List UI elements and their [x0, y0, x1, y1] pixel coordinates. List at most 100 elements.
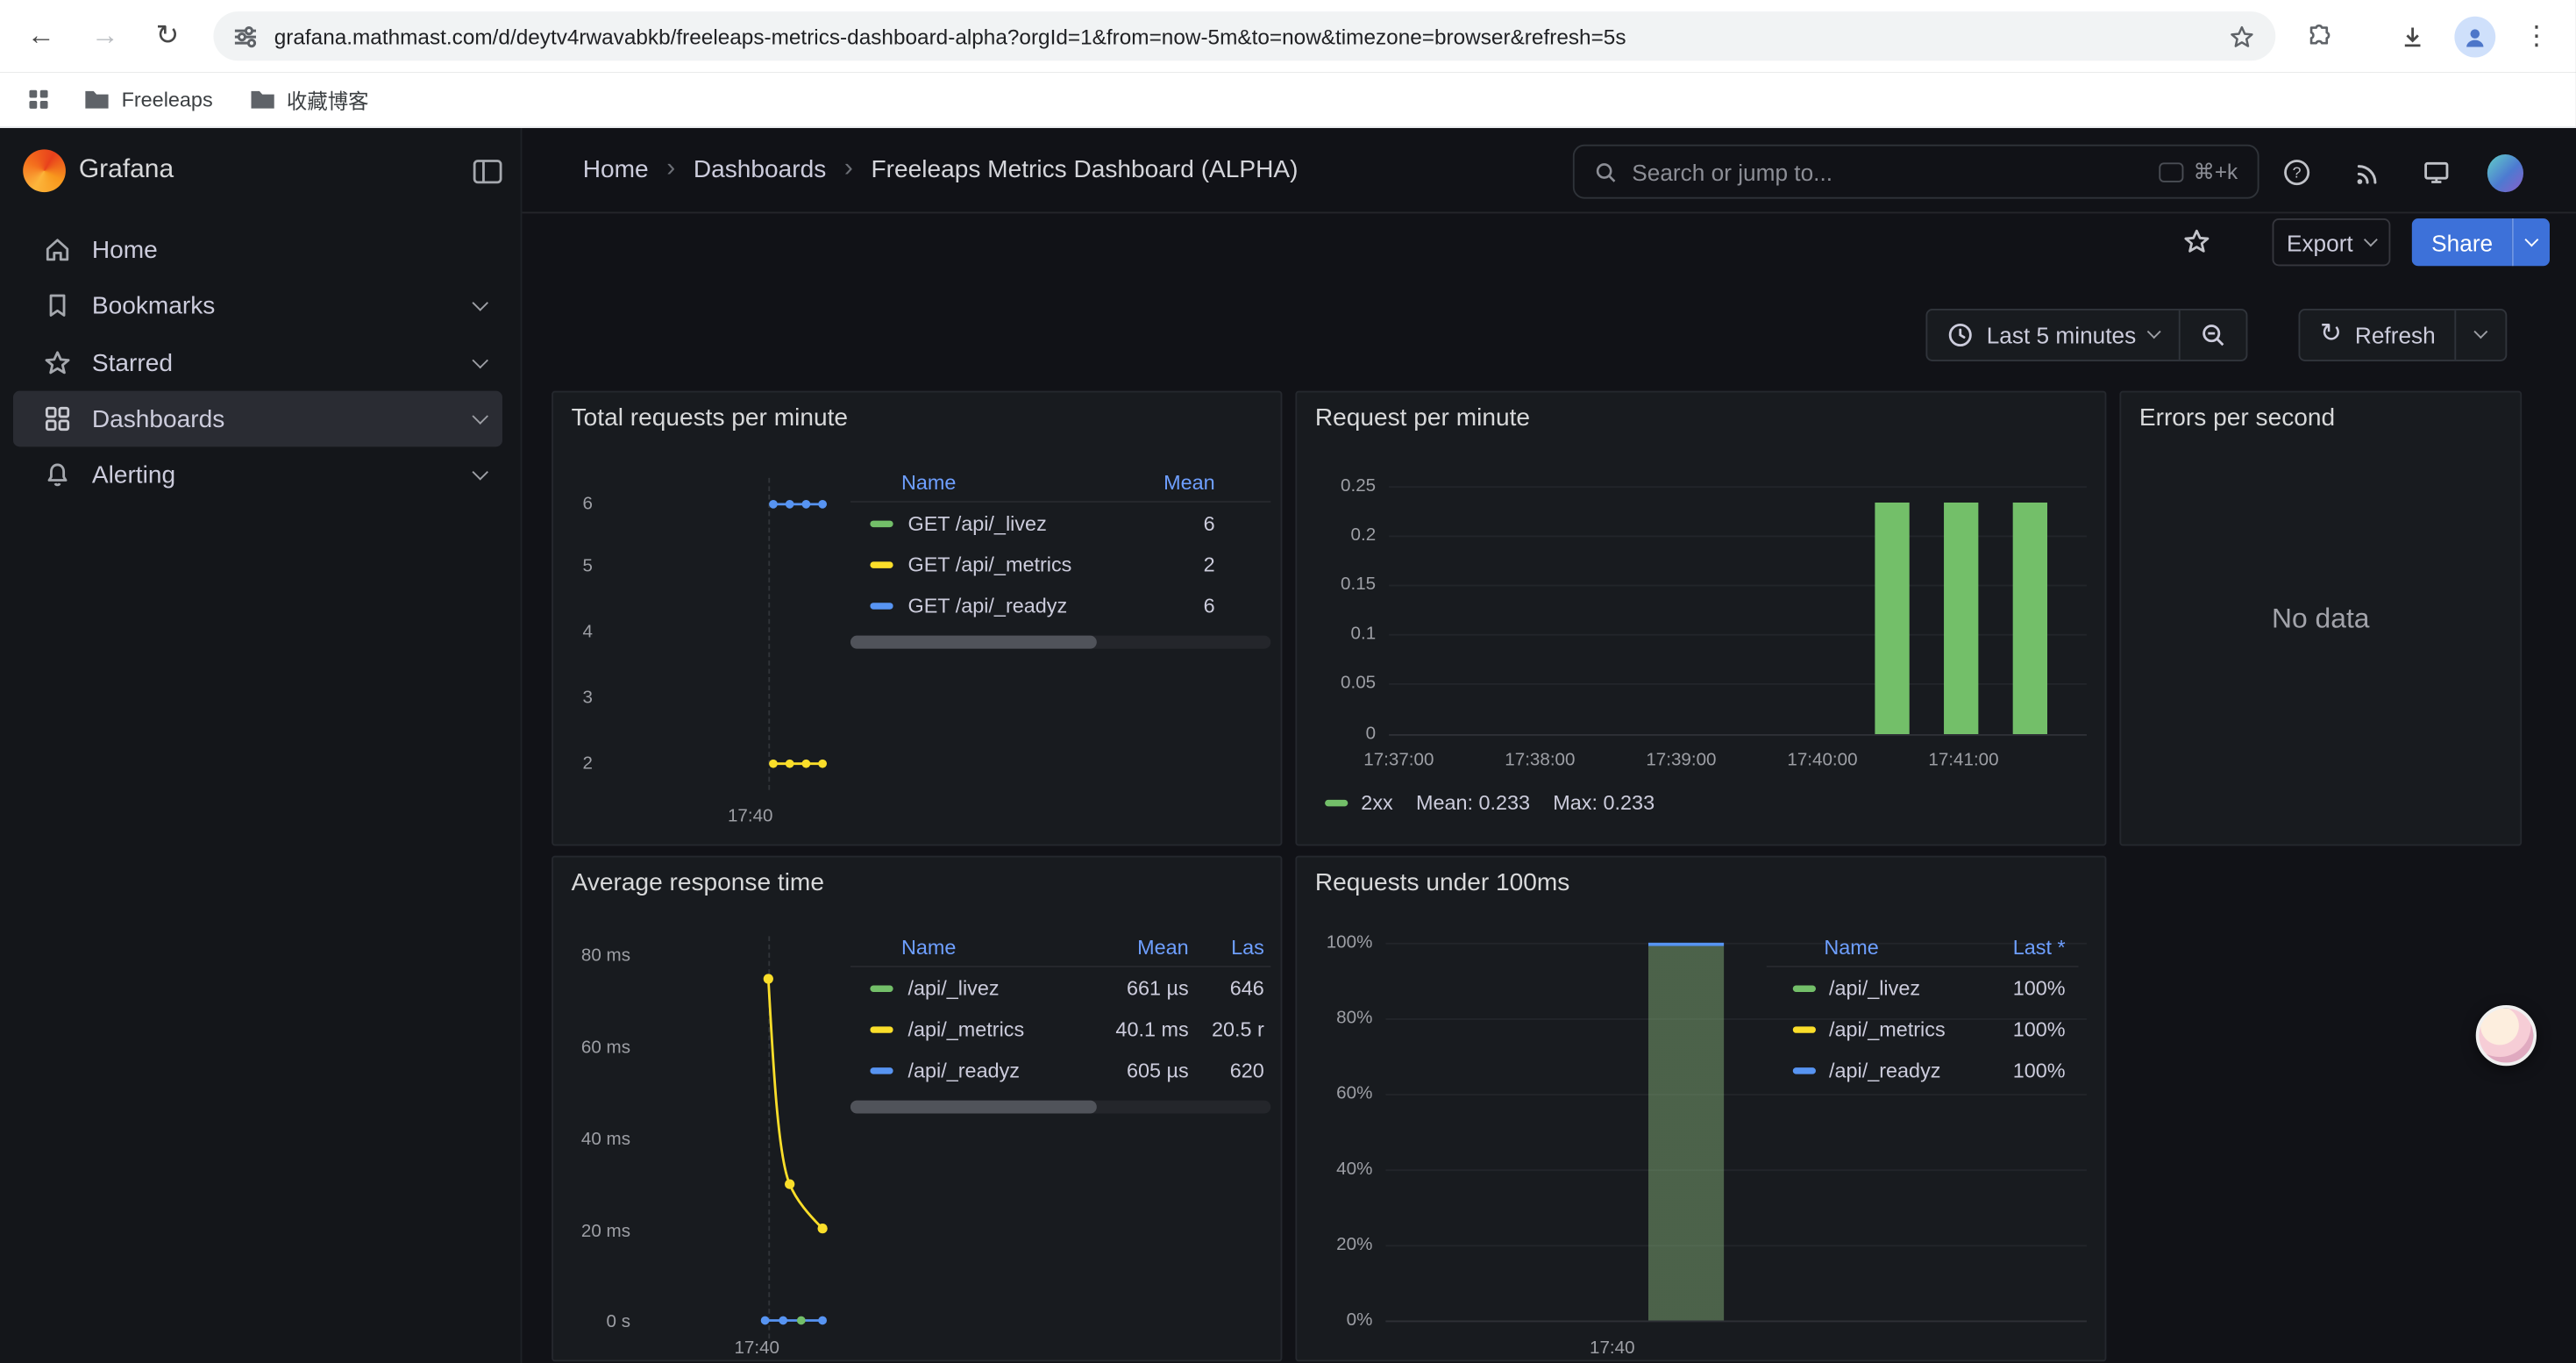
x-tick: 17:40:00 — [1776, 751, 1868, 772]
grafana-logo[interactable] — [23, 149, 66, 192]
bookmarks-bar: Freeleaps 收藏博客 — [0, 72, 2576, 128]
favorite-star-icon[interactable] — [2182, 226, 2212, 264]
y-tick: 0.2 — [1310, 525, 1376, 546]
series-color-livez — [1793, 985, 1816, 991]
apps-grid-icon[interactable] — [26, 87, 51, 111]
legend-col-mean[interactable]: Mean — [1074, 935, 1189, 958]
site-info-icon[interactable] — [233, 24, 258, 48]
panel-title[interactable]: Total requests per minute — [572, 404, 848, 432]
chevron-down-icon[interactable] — [472, 352, 488, 368]
sidebar-item-dashboards[interactable]: Dashboards — [13, 391, 502, 447]
url-bar[interactable]: grafana.mathmast.com/d/deytv4rwavabkb/fr… — [213, 11, 2275, 61]
legend-row: /api/_metrics 40.1 ms 20.5 r — [850, 1009, 1270, 1050]
legend-table: Name Mean Las /api/_livez 661 µs 646 /ap… — [850, 928, 1270, 1090]
x-tick: 17:37:00 — [1353, 751, 1445, 772]
sidebar-item-alerting[interactable]: Alerting — [13, 446, 502, 503]
series-mean: 2 — [1123, 553, 1215, 575]
series-max: Max: 0.233 — [1553, 792, 1654, 815]
bookmark-freeleaps[interactable]: Freeleaps — [74, 82, 223, 118]
series-last: 20.5 r — [1189, 1017, 1271, 1040]
export-button[interactable]: Export — [2273, 218, 2391, 266]
search-shortcut: ⌘+k — [2159, 159, 2238, 185]
series-name[interactable]: GET /api/_readyz — [907, 594, 1067, 617]
bookmark-label: 收藏博客 — [287, 83, 369, 115]
sidebar-item-label: Starred — [92, 349, 173, 377]
series-last: 620 — [1189, 1059, 1271, 1081]
legend-table: Name Mean GET /api/_livez 6 GET /api/_me… — [850, 463, 1270, 625]
series-name[interactable]: /api/_readyz — [907, 1059, 1020, 1081]
news-rss-icon[interactable] — [2348, 154, 2384, 190]
search-input[interactable] — [1632, 159, 2144, 185]
panel-request-per-minute: Request per minute 0.25 0.2 0.15 0.1 0.0… — [1295, 391, 2106, 846]
series-name[interactable]: /api/_livez — [1829, 976, 1920, 999]
legend-col-name[interactable]: Name — [850, 935, 956, 958]
help-icon[interactable]: ? — [2279, 154, 2315, 190]
url-text[interactable]: grafana.mathmast.com/d/deytv4rwavabkb/fr… — [274, 24, 2212, 48]
share-button-label[interactable]: Share — [2412, 218, 2513, 266]
breadcrumb-separator: › — [666, 154, 675, 184]
sidebar-item-starred[interactable]: Starred — [13, 335, 502, 391]
sidebar: Grafana Home Bookmarks Starred Dashboard… — [0, 128, 522, 1363]
legend-col-last[interactable]: Las — [1189, 935, 1271, 958]
series-name[interactable]: /api/_livez — [907, 976, 999, 999]
panel-total-requests: Total requests per minute 6 5 4 3 2 17:4… — [551, 391, 1282, 846]
legend-scrollbar-thumb[interactable] — [850, 1101, 1097, 1114]
legend-col-last[interactable]: Last * — [2013, 935, 2079, 958]
x-tick: 17:40 — [724, 1338, 790, 1359]
bookmark-blog[interactable]: 收藏博客 — [239, 77, 379, 122]
timeseries-chart — [619, 936, 849, 1338]
extensions-puzzle-icon[interactable] — [2297, 15, 2340, 58]
y-tick: 4 — [560, 623, 593, 644]
chevron-down-icon — [2364, 232, 2378, 246]
legend-col-mean[interactable]: Mean — [1123, 470, 1215, 493]
breadcrumb-home[interactable]: Home — [583, 155, 649, 183]
refresh-button[interactable]: ↻ Refresh — [2300, 310, 2455, 360]
sidebar-item-label: Home — [92, 236, 158, 264]
series-mean: Mean: 0.233 — [1416, 792, 1530, 815]
bookmark-star-icon[interactable] — [2228, 22, 2256, 50]
reload-button[interactable]: ↻ — [146, 15, 189, 58]
dock-menu-icon[interactable] — [473, 158, 502, 194]
sidebar-item-home[interactable]: Home — [13, 222, 502, 278]
user-avatar[interactable] — [2487, 154, 2523, 190]
kiosk-monitor-icon[interactable] — [2418, 154, 2454, 190]
share-caret[interactable] — [2513, 218, 2551, 266]
series-color-metrics — [1793, 1025, 1816, 1031]
legend-col-name[interactable]: Name — [850, 470, 956, 493]
series-name[interactable]: /api/_metrics — [1829, 1017, 1946, 1040]
zoom-out-button[interactable] — [2179, 310, 2246, 360]
series-name[interactable]: GET /api/_livez — [907, 511, 1046, 534]
chevron-down-icon[interactable] — [472, 407, 488, 424]
download-icon[interactable] — [2390, 15, 2433, 58]
floating-assistant-avatar[interactable] — [2476, 1005, 2537, 1066]
x-tick: 17:40 — [717, 806, 783, 827]
series-name[interactable]: 2xx — [1361, 792, 1392, 815]
forward-button[interactable]: → — [83, 15, 126, 58]
chevron-down-icon[interactable] — [472, 463, 488, 480]
refresh-interval-caret[interactable] — [2455, 310, 2506, 360]
search-box[interactable]: ⌘+k — [1573, 145, 2259, 199]
series-name[interactable]: /api/_readyz — [1829, 1059, 1941, 1081]
no-data-message: No data — [2121, 393, 2520, 845]
series-name[interactable]: /api/_metrics — [907, 1017, 1024, 1040]
panel-title[interactable]: Requests under 100ms — [1315, 869, 1569, 897]
breadcrumb-dashboards[interactable]: Dashboards — [694, 155, 826, 183]
chevron-down-icon[interactable] — [472, 294, 488, 310]
x-tick: 17:39:00 — [1635, 751, 1727, 772]
refresh-label: Refresh — [2355, 322, 2436, 348]
panel-title[interactable]: Request per minute — [1315, 404, 1530, 432]
time-range-picker[interactable]: Last 5 minutes — [1927, 310, 2179, 360]
breadcrumb-current: Freeleaps Metrics Dashboard (ALPHA) — [871, 155, 1298, 183]
profile-avatar[interactable] — [2453, 15, 2496, 58]
legend-scrollbar-thumb[interactable] — [850, 636, 1097, 649]
legend-row: GET /api/_metrics 2 — [850, 544, 1270, 585]
x-tick: 17:38:00 — [1494, 751, 1586, 772]
share-button[interactable]: Share — [2412, 218, 2551, 266]
panel-title[interactable]: Average response time — [572, 869, 824, 897]
sidebar-item-bookmarks[interactable]: Bookmarks — [13, 277, 502, 333]
series-name[interactable]: GET /api/_metrics — [907, 553, 1071, 575]
series-mean: 40.1 ms — [1074, 1017, 1189, 1040]
legend-col-name[interactable]: Name — [1767, 935, 1879, 958]
back-button[interactable]: ← — [19, 15, 62, 58]
menu-kebab-icon[interactable]: ⋮ — [2516, 15, 2558, 58]
